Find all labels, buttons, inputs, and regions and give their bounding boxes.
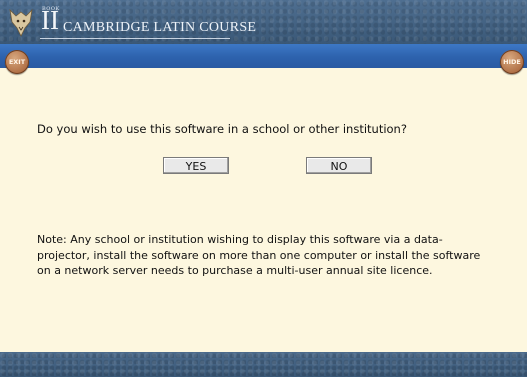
no-button[interactable]: NO xyxy=(306,157,372,174)
licence-note: Note: Any school or institution wishing … xyxy=(37,233,481,277)
toolbar-band xyxy=(0,44,527,68)
app-title: CAMBRIDGE LATIN COURSE xyxy=(63,20,257,35)
footer-bar xyxy=(0,352,527,377)
book-number: II xyxy=(41,5,59,35)
title-underline xyxy=(40,38,230,39)
app-window: BOOK II CAMBRIDGE LATIN COURSE EXIT HIDE… xyxy=(0,0,527,377)
yes-button[interactable]: YES xyxy=(163,157,229,174)
wolf-head-emblem-icon xyxy=(9,8,33,37)
header-bar: BOOK II CAMBRIDGE LATIN COURSE xyxy=(0,0,527,44)
hide-button[interactable]: HIDE xyxy=(500,50,524,74)
exit-button[interactable]: EXIT xyxy=(5,50,29,74)
institution-question: Do you wish to use this software in a sc… xyxy=(37,122,407,136)
